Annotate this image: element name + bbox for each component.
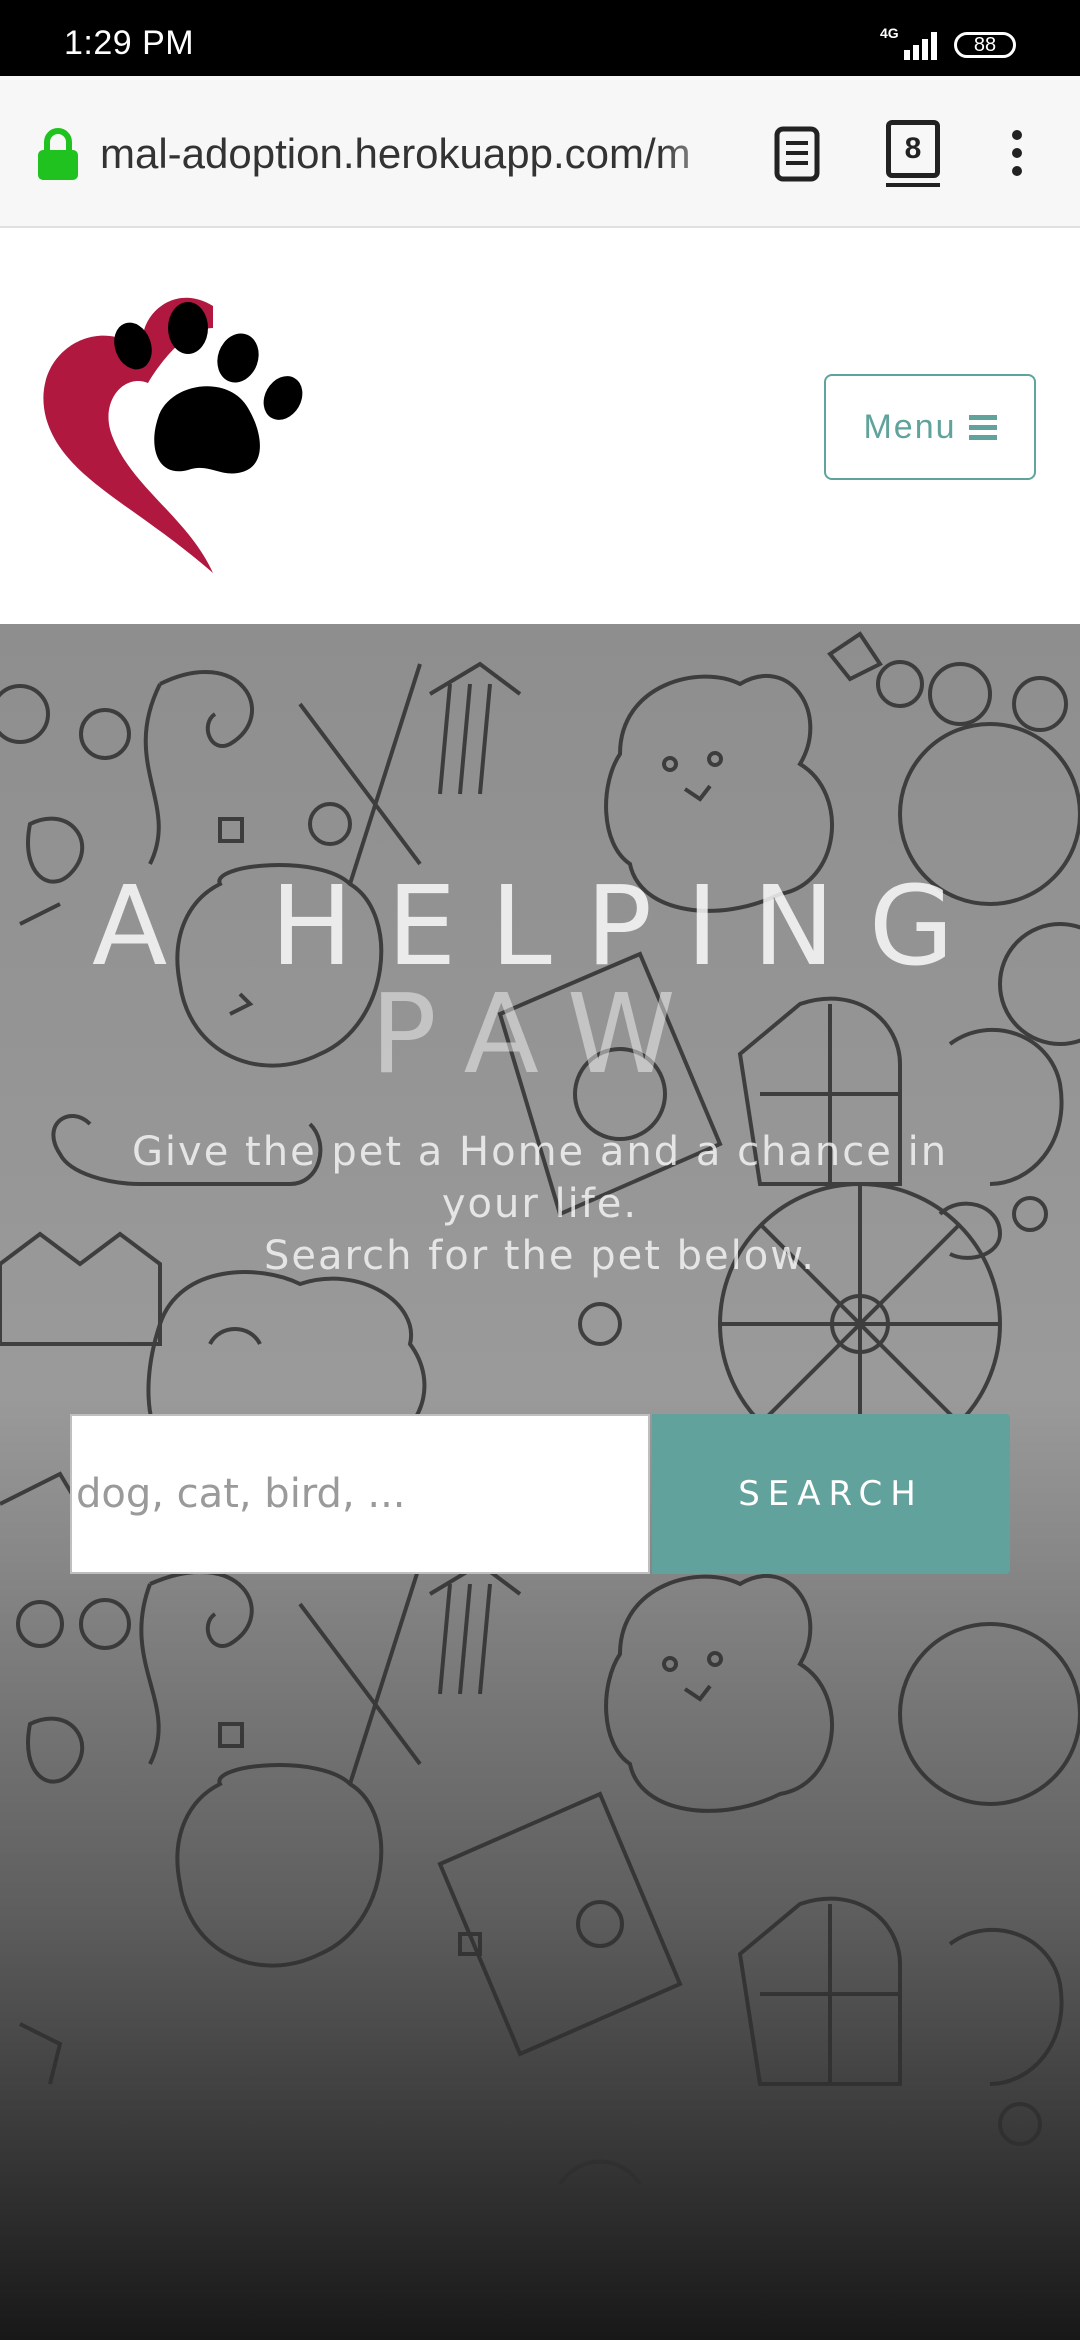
reader-mode-icon[interactable] [774, 126, 820, 182]
url-fade [660, 126, 740, 182]
more-options-icon[interactable] [1012, 130, 1022, 184]
status-bar: 1:29 PM 4G 88 [0, 0, 1080, 76]
search-button[interactable]: SEARCH [652, 1414, 1010, 1574]
hero-title: A HELPING PAW [0, 862, 1080, 1098]
battery-icon: 88 [954, 32, 1016, 58]
hero-title-line-1: A HELPING [91, 862, 988, 990]
lock-icon [38, 128, 78, 180]
signal-icon [904, 32, 937, 60]
status-time: 1:29 PM [64, 24, 195, 62]
menu-button[interactable]: Menu [824, 374, 1036, 480]
tab-switcher-button[interactable]: 8 [886, 120, 940, 187]
pet-search-form: SEARCH [70, 1414, 1010, 1574]
battery-level: 88 [973, 34, 997, 56]
hero-subtitle: Give the pet a Home and a chance in your… [120, 1126, 960, 1282]
hero-section: A HELPING PAW Give the pet a Home and a … [0, 624, 1080, 2340]
paw-heart-logo[interactable] [38, 288, 328, 578]
network-type: 4G [880, 25, 899, 41]
hero-title-line-2: PAW [370, 970, 710, 1098]
pet-search-input[interactable] [70, 1414, 650, 1574]
site-header: Menu [0, 228, 1080, 624]
address-bar[interactable]: mal-adoption.herokuapp.com/m [100, 126, 736, 182]
hero-subtitle-line-2: Search for the pet below. [264, 1233, 816, 1279]
hero-subtitle-line-1: Give the pet a Home and a chance in your… [131, 1129, 949, 1227]
menu-label: Menu [863, 407, 957, 446]
hamburger-icon [968, 410, 997, 445]
browser-toolbar: mal-adoption.herokuapp.com/m 8 [0, 76, 1080, 228]
